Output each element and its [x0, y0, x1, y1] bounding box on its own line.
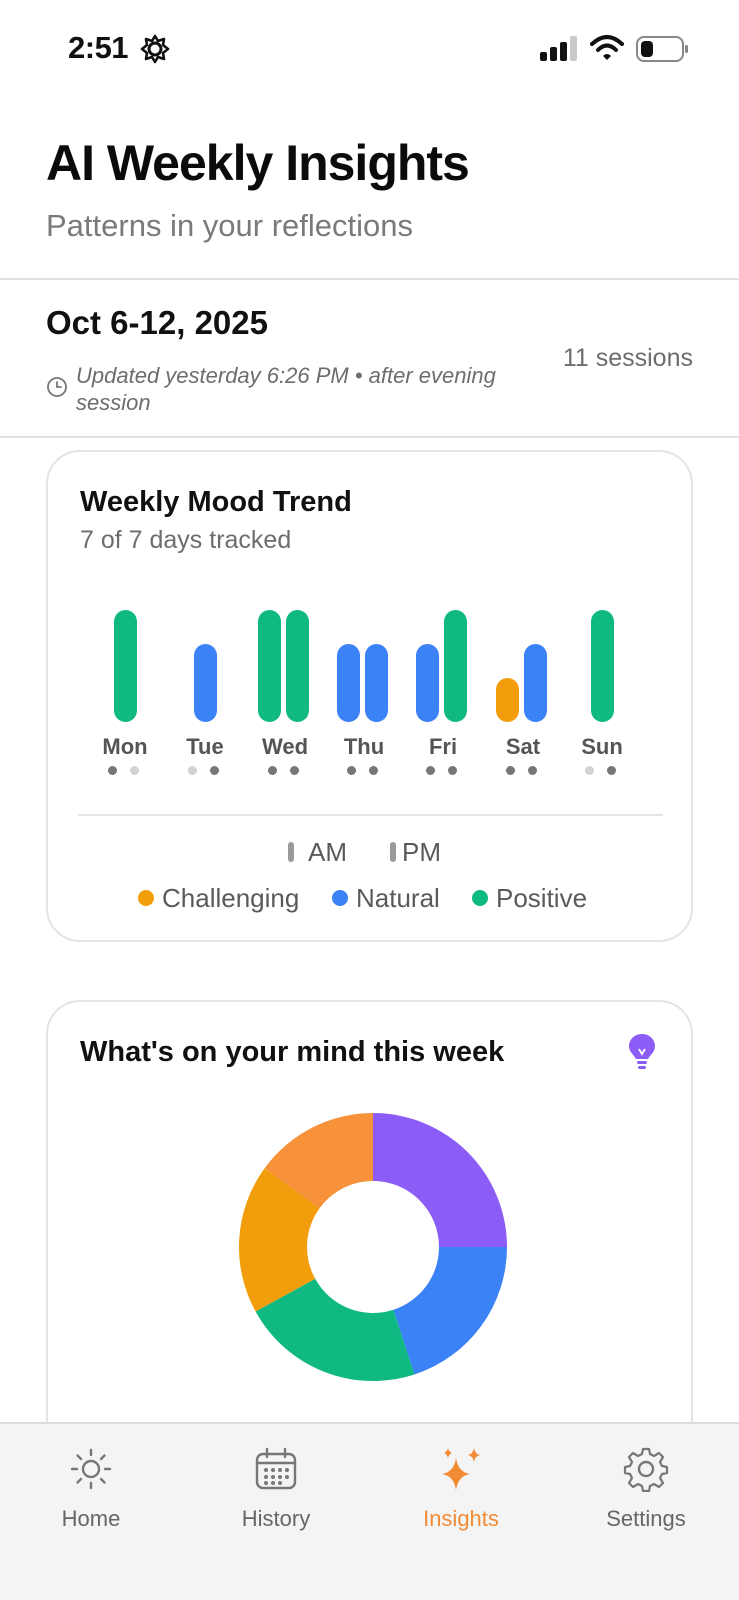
am-marker-icon — [288, 842, 294, 862]
page-title: AI Weekly Insights — [46, 135, 470, 191]
on-your-mind-card[interactable]: What's on your mind this week — [46, 1000, 693, 1460]
cellular-signal-icon — [540, 36, 577, 61]
session-dot-fri-pm — [448, 766, 457, 775]
session-dot-tue-am — [188, 766, 197, 775]
weekly-mood-trend-card[interactable]: Weekly Mood Trend 7 of 7 days tracked AM… — [46, 450, 693, 942]
battery-icon — [636, 36, 688, 62]
day-label-sat: Sat — [505, 734, 541, 759]
sparkles-icon — [442, 1448, 480, 1490]
session-dot-sat-am — [506, 766, 515, 775]
mood-bar-mon-pm — [114, 610, 137, 722]
session-dot-thu-pm — [369, 766, 378, 775]
mood-bar-fri-am — [416, 644, 439, 722]
day-label-thu: Thu — [343, 734, 385, 759]
legend-am-label: AM — [308, 836, 347, 867]
mood-bars — [48, 602, 695, 722]
sun-icon — [70, 1448, 112, 1490]
session-dot-wed-pm — [290, 766, 299, 775]
card-title: Weekly Mood Trend — [80, 486, 352, 518]
mood-bar-fri-pm — [444, 610, 467, 722]
legend-positive-label: Positive — [496, 882, 588, 913]
day-label-wed: Wed — [261, 734, 309, 759]
tab-insights-label: Insights — [423, 1506, 499, 1531]
pm-marker-icon — [390, 842, 396, 862]
topics-donut-chart — [239, 1113, 507, 1381]
wifi-icon — [590, 35, 624, 60]
day-label-tue: Tue — [186, 734, 224, 759]
mood-bar-wed-am — [258, 610, 281, 722]
mood-bar-thu-am — [337, 644, 360, 722]
session-dot-mon-pm — [130, 766, 139, 775]
tab-history[interactable]: History — [201, 1446, 351, 1556]
mood-bar-tue-pm — [194, 644, 217, 722]
natural-dot-icon — [332, 890, 348, 906]
legend-pm-label: PM — [402, 836, 441, 867]
card-subtitle: 7 of 7 days tracked — [80, 526, 292, 554]
session-dot-sat-pm — [528, 766, 537, 775]
legend-natural: Natural — [332, 880, 440, 916]
status-gear-icon — [140, 34, 170, 64]
status-time: 2:51 — [68, 30, 129, 65]
week-summary: Oct 6-12, 2025 Updated yesterday 6:26 PM… — [0, 278, 739, 438]
legend-natural-label: Natural — [356, 882, 440, 913]
page-subtitle: Patterns in your reflections — [46, 208, 414, 243]
legend-am: AM — [288, 834, 347, 870]
legend-positive: Positive — [472, 880, 587, 916]
gear-icon — [623, 1447, 669, 1492]
lightbulb-icon[interactable] — [627, 1032, 657, 1072]
divider — [78, 814, 663, 816]
donut-slice-0[interactable] — [373, 1113, 507, 1247]
positive-dot-icon — [472, 890, 488, 906]
mood-bar-wed-pm — [286, 610, 309, 722]
tab-bar: Home History Insights Settings — [0, 1422, 739, 1600]
status-bar: 2:51 — [0, 0, 739, 100]
legend-mood: Challenging Natural Positive — [48, 880, 695, 916]
tab-history-label: History — [241, 1506, 311, 1531]
calendar-icon — [255, 1447, 297, 1490]
legend-challenging: Challenging — [138, 880, 299, 916]
donut-slice-1[interactable] — [393, 1247, 507, 1375]
tab-home[interactable]: Home — [16, 1446, 166, 1556]
tab-insights[interactable]: Insights — [386, 1446, 536, 1556]
card-title: What's on your mind this week — [80, 1036, 505, 1068]
tab-settings-label: Settings — [606, 1506, 686, 1531]
session-dot-thu-am — [347, 766, 356, 775]
legend-challenging-label: Challenging — [162, 882, 300, 913]
challenging-dot-icon — [138, 890, 154, 906]
session-dot-fri-am — [426, 766, 435, 775]
updated-timestamp: Updated yesterday 6:26 PM • after evenin… — [76, 363, 496, 415]
week-range: Oct 6-12, 2025 — [46, 304, 268, 341]
session-dot-tue-pm — [210, 766, 219, 775]
mood-bar-sat-pm — [524, 644, 547, 722]
mood-bar-sun-pm — [591, 610, 614, 722]
sessions-count: 11 sessions — [562, 344, 693, 372]
day-label-fri: Fri — [428, 734, 458, 759]
session-dot-sun-pm — [607, 766, 616, 775]
tab-home-label: Home — [61, 1506, 121, 1531]
tab-settings[interactable]: Settings — [571, 1446, 721, 1556]
legend-pm: PM — [390, 834, 441, 870]
legend-time: AM PM — [48, 834, 695, 870]
clock-icon — [47, 377, 67, 397]
session-dot-sun-am — [585, 766, 594, 775]
session-dot-wed-am — [268, 766, 277, 775]
session-dot-mon-am — [108, 766, 117, 775]
day-label-sun: Sun — [581, 734, 623, 759]
mood-bar-sat-am — [496, 678, 519, 722]
day-label-mon: Mon — [102, 734, 148, 759]
mood-bar-thu-pm — [365, 644, 388, 722]
